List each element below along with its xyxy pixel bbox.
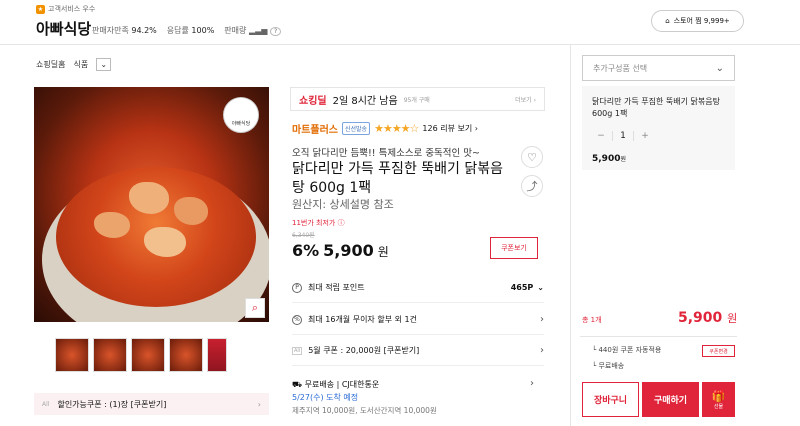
award-icon: ★ bbox=[36, 4, 45, 14]
points-icon: P bbox=[292, 282, 302, 293]
free-shipping-label: └ 무료배송 bbox=[592, 362, 625, 370]
stat-satisfaction: 판매자만족 94.2% bbox=[92, 26, 157, 35]
chevron-right-icon: › bbox=[540, 345, 544, 356]
product-subtitle: 오직 닭다리만 듬뿍!! 특제소스로 중독적인 맛~ bbox=[292, 148, 480, 159]
coupon-auto-applied: └ 440원 쿠폰 자동적용 bbox=[592, 346, 662, 354]
minus-button[interactable]: − bbox=[590, 131, 612, 141]
coupon-change-button[interactable]: 쿠폰변경 bbox=[702, 345, 735, 357]
store-like-button[interactable]: ⌂ 스토어 찜 9,999+ bbox=[651, 10, 744, 32]
seller-badge: ★ 고객서비스 우수 bbox=[36, 4, 95, 14]
stat-sales: 판매량 ▂▃▅ ? bbox=[224, 25, 282, 36]
breadcrumb-home[interactable]: 쇼핑딜홈 bbox=[36, 59, 65, 70]
sale-price: 5,900 bbox=[323, 241, 374, 260]
thumbnail-2[interactable] bbox=[93, 338, 127, 372]
truck-icon: ⛟ bbox=[292, 380, 303, 389]
points-row[interactable]: P 최대 적립 포인트 465P ⌄ bbox=[292, 273, 544, 303]
signal-bars-icon: ▂▃▅ bbox=[248, 26, 268, 35]
thumbnail-1[interactable] bbox=[55, 338, 89, 372]
sidebar-divider bbox=[570, 44, 571, 426]
fresh-badge: 신선발송 bbox=[342, 122, 371, 135]
deal-remaining: 2일 8시간 남음 bbox=[332, 95, 398, 107]
zoom-icon[interactable]: ⌕ bbox=[245, 298, 265, 318]
store-icon: ⌂ bbox=[665, 17, 670, 25]
shocking-deal-logo: 쇼킹딜 bbox=[299, 95, 327, 107]
price-row: 6% 5,900 원 bbox=[292, 241, 389, 260]
coupon-strip[interactable]: All 할인가능쿠폰 : (1)장 [쿠폰받기] › bbox=[34, 393, 269, 415]
shocking-deal-bar: 쇼킹딜 2일 8시간 남음 95개 구매 더보기 › bbox=[290, 87, 545, 111]
brand-row: 마트플러스 신선발송 ★★★★☆ 126 리뷰 보기 › bbox=[292, 121, 478, 136]
total-count: 총 1개 bbox=[582, 316, 602, 324]
discount-rate: 6% bbox=[292, 241, 320, 260]
installment-row[interactable]: % 최대 16개월 무이자 할부 외 1건 › bbox=[292, 305, 544, 335]
rating-stars: ★★★★☆ bbox=[374, 122, 419, 135]
thumbnail-4[interactable] bbox=[169, 338, 203, 372]
quantity-stepper: − 1 + bbox=[590, 127, 656, 145]
selected-option-name: 닭다리만 가득 푸짐한 뚝배기 닭볶음탕 600g 1팩 bbox=[592, 97, 720, 118]
breadcrumb-category[interactable]: 식품 bbox=[73, 59, 88, 70]
gift-button[interactable]: 🎁 선물 bbox=[702, 382, 735, 417]
option-price: 5,900원 bbox=[592, 154, 626, 164]
thumbnail-5[interactable] bbox=[207, 338, 227, 372]
coupon-row[interactable]: All 5월 쿠폰 : 20,000원 [쿠폰받기] › bbox=[292, 336, 544, 366]
cart-button[interactable]: 장바구니 bbox=[582, 382, 639, 417]
review-link[interactable]: 126 리뷰 보기 › bbox=[422, 123, 478, 134]
deal-more-link[interactable]: 더보기 › bbox=[515, 95, 536, 104]
breadcrumb: 쇼핑딜홈 식품 ⌄ bbox=[36, 58, 112, 71]
product-title: 닭다리만 가득 푸짐한 뚝배기 닭볶음탕 600g 1팩 bbox=[292, 161, 503, 196]
chevron-right-icon: › bbox=[540, 314, 544, 325]
chevron-down-icon: ⌄ bbox=[715, 62, 724, 74]
share-icon[interactable]: ⤴ bbox=[521, 175, 543, 197]
card-icon: % bbox=[292, 314, 302, 325]
buy-button[interactable]: 구매하기 bbox=[642, 382, 699, 417]
chevron-down-icon[interactable]: ⌄ bbox=[96, 58, 112, 71]
quantity-value[interactable]: 1 bbox=[612, 131, 634, 141]
plus-button[interactable]: + bbox=[634, 131, 656, 141]
total-divider bbox=[580, 336, 737, 337]
product-origin: 원산지: 상세설명 참조 bbox=[292, 198, 394, 211]
help-icon[interactable]: ? bbox=[269, 27, 282, 36]
info-icon: ⓘ bbox=[337, 219, 345, 227]
shipping-info: ⛟ 무료배송 | CJ대한통운 5/27(수) 도착 예정 제주지역 10,00… bbox=[292, 380, 437, 415]
total-price: 5,900 원 bbox=[678, 310, 738, 326]
header-divider bbox=[0, 44, 800, 45]
store-name[interactable]: 아빠식당 bbox=[36, 18, 91, 39]
stat-response: 응답률 100% bbox=[166, 26, 215, 35]
chevron-right-icon[interactable]: › bbox=[530, 378, 534, 389]
deal-buyers: 95개 구매 bbox=[403, 96, 430, 104]
price-unit: 원 bbox=[377, 245, 389, 259]
gift-icon: 🎁 bbox=[711, 389, 726, 403]
thumbnail-3[interactable] bbox=[131, 338, 165, 372]
chevron-down-icon: ⌄ bbox=[537, 283, 544, 292]
product-main-image[interactable]: 아빠식당 ⌕ bbox=[34, 87, 269, 322]
thumbnail-strip bbox=[55, 338, 227, 372]
cheapest-label: 11번가 최저가 ⓘ bbox=[292, 219, 345, 227]
heart-icon[interactable]: ♡ bbox=[521, 146, 543, 168]
brand-name[interactable]: 마트플러스 bbox=[292, 121, 338, 136]
seller-badge-label: 고객서비스 우수 bbox=[48, 5, 96, 13]
coupon-view-button[interactable]: 쿠폰보기 bbox=[490, 237, 538, 259]
brand-logo: 아빠식당 bbox=[223, 97, 259, 133]
chevron-right-icon: › bbox=[257, 399, 261, 409]
seller-stats: 판매자만족 94.2% 응답률 100% 판매량 ▂▃▅ ? bbox=[92, 25, 282, 36]
option-select[interactable]: 추가구성품 선택 ⌄ bbox=[582, 55, 735, 81]
original-price: 6,340원 bbox=[292, 232, 315, 239]
